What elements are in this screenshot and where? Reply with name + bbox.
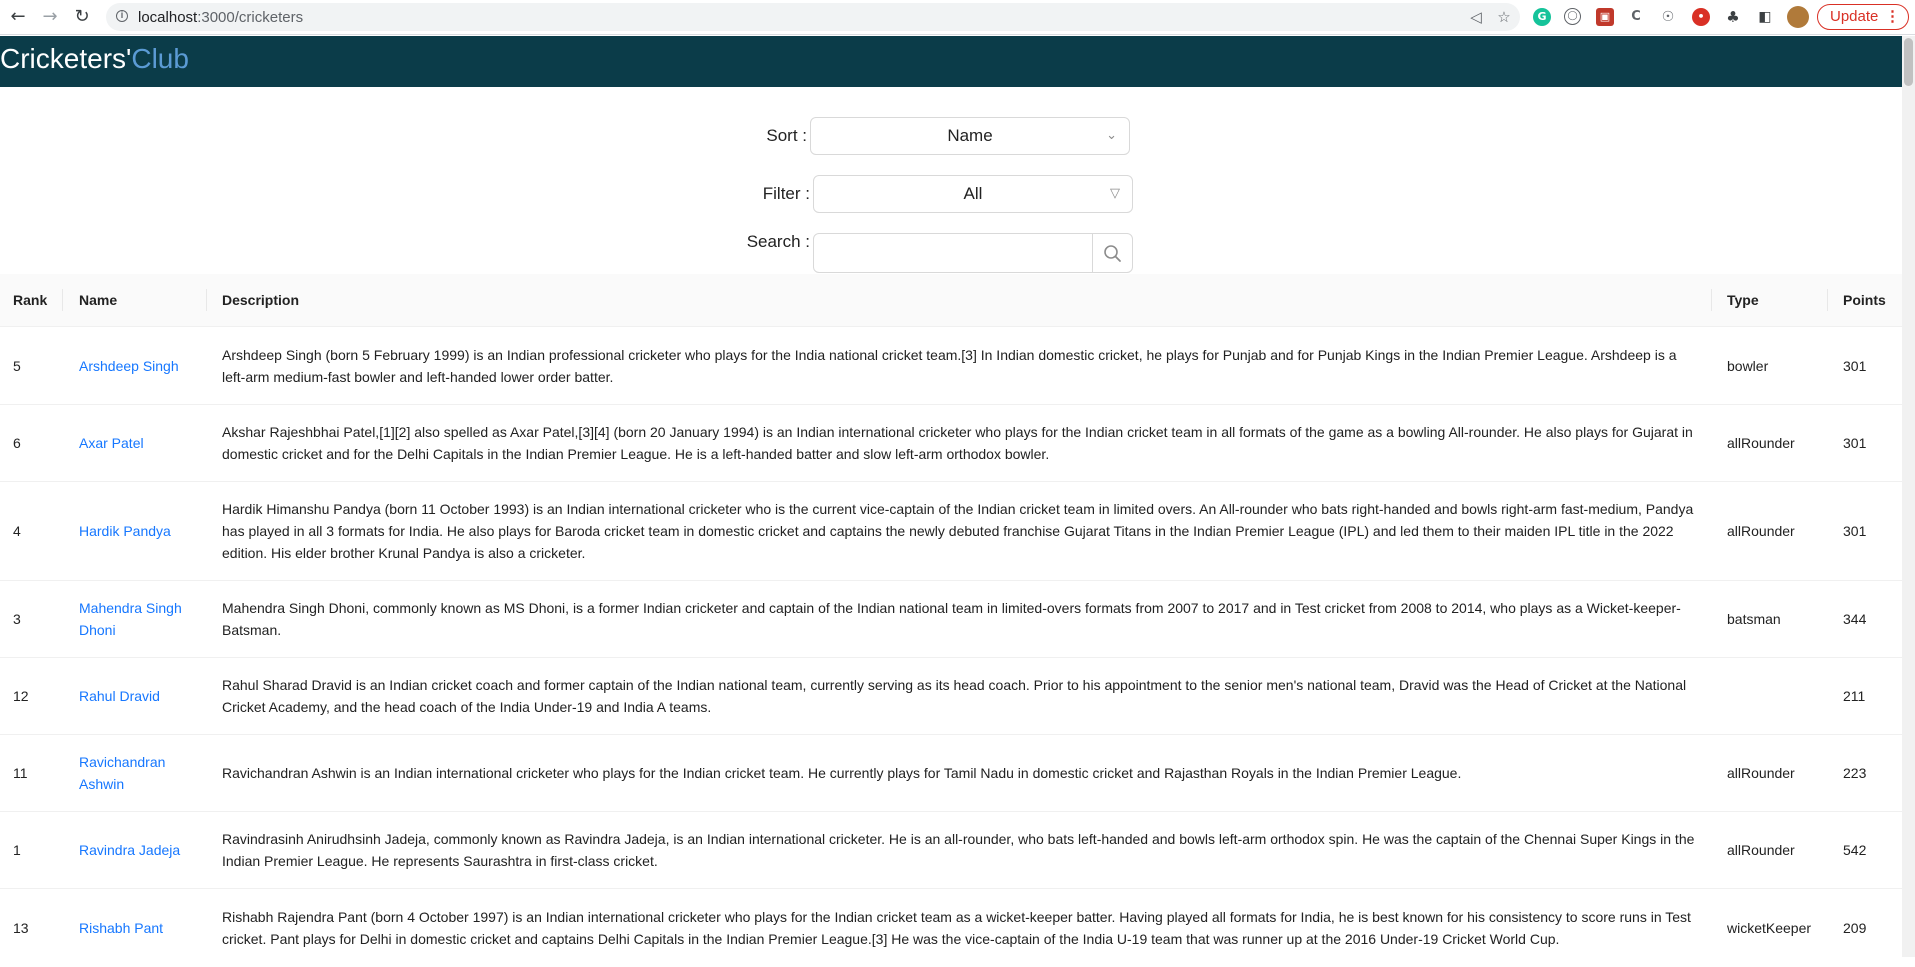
brand-logo[interactable]: Cricketers'Club — [0, 42, 189, 76]
rank-cell: 12 — [13, 688, 29, 704]
extension-icon[interactable]: ◯ — [1564, 8, 1581, 25]
player-name-link[interactable]: Ravindra Jadeja — [79, 812, 199, 888]
table-row: 3 Mahendra Singh Dhoni Mahendra Singh Dh… — [0, 581, 1902, 658]
points-cell: 301 — [1843, 357, 1867, 374]
filter-select[interactable]: All ▽ — [813, 175, 1133, 213]
points-cell: 211 — [1843, 688, 1866, 704]
points-cell: 209 — [1843, 920, 1867, 936]
globe-extension-icon[interactable]: ☉ — [1659, 8, 1677, 26]
player-name-link[interactable]: Ravichandran Ashwin — [79, 735, 199, 811]
table-row: 12 Rahul Dravid Rahul Sharad Dravid is a… — [0, 658, 1902, 735]
search-box — [813, 233, 1133, 273]
column-header-type[interactable]: Type — [1727, 274, 1759, 326]
site-info-icon[interactable]: i — [116, 10, 128, 22]
table-row: 4 Hardik Pandya Hardik Himanshu Pandya (… — [0, 482, 1902, 581]
description-cell: Rishabh Rajendra Pant (born 4 October 19… — [222, 909, 1691, 947]
points-cell: 301 — [1843, 523, 1867, 539]
brand-main: Cricketers' — [0, 43, 132, 74]
column-divider — [1827, 289, 1828, 311]
forward-arrow-icon[interactable]: → — [38, 5, 62, 29]
update-button[interactable]: Update ⋮ — [1817, 4, 1909, 30]
type-cell — [1727, 658, 1822, 734]
player-name-link[interactable]: Rishabh Pant — [79, 889, 199, 967]
search-label: Search : — [746, 232, 810, 251]
description-cell: Hardik Himanshu Pandya (born 11 October … — [222, 501, 1694, 561]
column-header-name[interactable]: Name — [79, 274, 117, 326]
table-header: Rank Name Description Type Points — [0, 274, 1902, 327]
address-bar[interactable]: i localhost:3000/cricketers ◁ ☆ — [106, 3, 1520, 31]
player-name-link[interactable]: Mahendra Singh Dhoni — [79, 581, 199, 657]
type-cell: allRounder — [1727, 842, 1795, 858]
type-cell: bowler — [1727, 357, 1769, 374]
table-row: 1 Ravindra Jadeja Ravindrasinh Anirudhsi… — [0, 812, 1902, 889]
table-row: 11 Ravichandran Ashwin Ravichandran Ashw… — [0, 735, 1902, 812]
puzzle-extensions-icon[interactable]: ♣ — [1724, 8, 1742, 26]
scrollbar-thumb[interactable] — [1904, 38, 1913, 86]
description-cell: Rahul Sharad Dravid is an Indian cricket… — [222, 677, 1687, 715]
player-name-link[interactable]: Arshdeep Singh — [79, 327, 199, 404]
browser-toolbar: ← → ↻ i localhost:3000/cricketers ◁ ☆ G … — [0, 0, 1915, 35]
points-cell: 542 — [1843, 842, 1867, 858]
column-header-points[interactable]: Points — [1843, 274, 1886, 326]
type-cell: allRounder — [1727, 765, 1795, 781]
app-header: Cricketers'Club — [0, 36, 1902, 87]
search-button[interactable] — [1092, 234, 1132, 272]
brand-accent: Club — [131, 43, 189, 74]
address-url[interactable]: localhost:3000/cricketers — [138, 9, 303, 26]
search-input[interactable] — [814, 234, 1094, 272]
share-icon[interactable]: ◁ — [1466, 7, 1486, 27]
rank-cell: 11 — [13, 765, 28, 781]
cl-extension-icon[interactable]: C — [1627, 8, 1645, 26]
column-header-rank[interactable]: Rank — [13, 274, 47, 326]
grammarly-extension-icon[interactable]: G — [1533, 8, 1551, 26]
rank-cell: 5 — [13, 357, 21, 374]
sort-select[interactable]: Name ⌄ — [810, 117, 1130, 155]
search-icon — [1104, 245, 1121, 262]
screenshot-extension-icon[interactable]: ▣ — [1596, 8, 1614, 26]
table-row: 6 Axar Patel Akshar Rajeshbhai Patel,[1]… — [0, 405, 1902, 482]
description-cell: Ravichandran Ashwin is an Indian interna… — [222, 765, 1462, 781]
profile-avatar[interactable] — [1787, 6, 1809, 28]
column-header-description[interactable]: Description — [222, 274, 299, 326]
type-cell: wicketKeeper — [1727, 920, 1812, 936]
chevron-down-icon: ⌄ — [1106, 128, 1117, 143]
player-name-link[interactable]: Axar Patel — [79, 405, 199, 481]
reload-icon[interactable]: ↻ — [70, 5, 94, 29]
sort-label: Sort : — [766, 126, 807, 145]
table-row: 13 Rishabh Pant Rishabh Rajendra Pant (b… — [0, 889, 1902, 957]
side-panel-icon[interactable]: ◧ — [1756, 8, 1774, 26]
description-cell: Mahendra Singh Dhoni, commonly known as … — [222, 600, 1681, 638]
player-name-link[interactable]: Hardik Pandya — [79, 482, 199, 580]
points-cell: 223 — [1843, 765, 1867, 781]
column-divider — [62, 289, 63, 311]
rank-cell: 1 — [13, 842, 21, 858]
filter-label: Filter : — [762, 184, 810, 203]
column-divider — [206, 289, 207, 311]
type-cell: allRounder — [1727, 523, 1795, 539]
red-extension-icon[interactable]: • — [1692, 8, 1710, 26]
rank-cell: 13 — [13, 920, 29, 936]
bookmark-star-icon[interactable]: ☆ — [1494, 7, 1514, 27]
type-cell: allRounder — [1727, 435, 1795, 451]
rank-cell: 6 — [13, 435, 21, 451]
filter-funnel-icon: ▽ — [1110, 186, 1120, 201]
filter-selected-value: All — [963, 184, 983, 203]
description-cell: Ravindrasinh Anirudhsinh Jadeja, commonl… — [222, 831, 1695, 869]
description-cell: Arshdeep Singh (born 5 February 1999) is… — [222, 346, 1677, 385]
sort-selected-value: Name — [947, 126, 993, 145]
points-cell: 301 — [1843, 435, 1867, 451]
table-row: 5 Arshdeep Singh Arshdeep Singh (born 5 … — [0, 327, 1902, 405]
description-cell: Akshar Rajeshbhai Patel,[1][2] also spel… — [222, 424, 1693, 462]
type-cell: batsman — [1727, 611, 1781, 627]
back-arrow-icon[interactable]: ← — [6, 5, 30, 29]
rank-cell: 4 — [13, 523, 21, 539]
page-scrollbar[interactable] — [1902, 36, 1915, 957]
column-divider — [1711, 289, 1712, 311]
player-name-link[interactable]: Rahul Dravid — [79, 658, 199, 734]
points-cell: 344 — [1843, 611, 1867, 627]
rank-cell: 3 — [13, 611, 21, 627]
